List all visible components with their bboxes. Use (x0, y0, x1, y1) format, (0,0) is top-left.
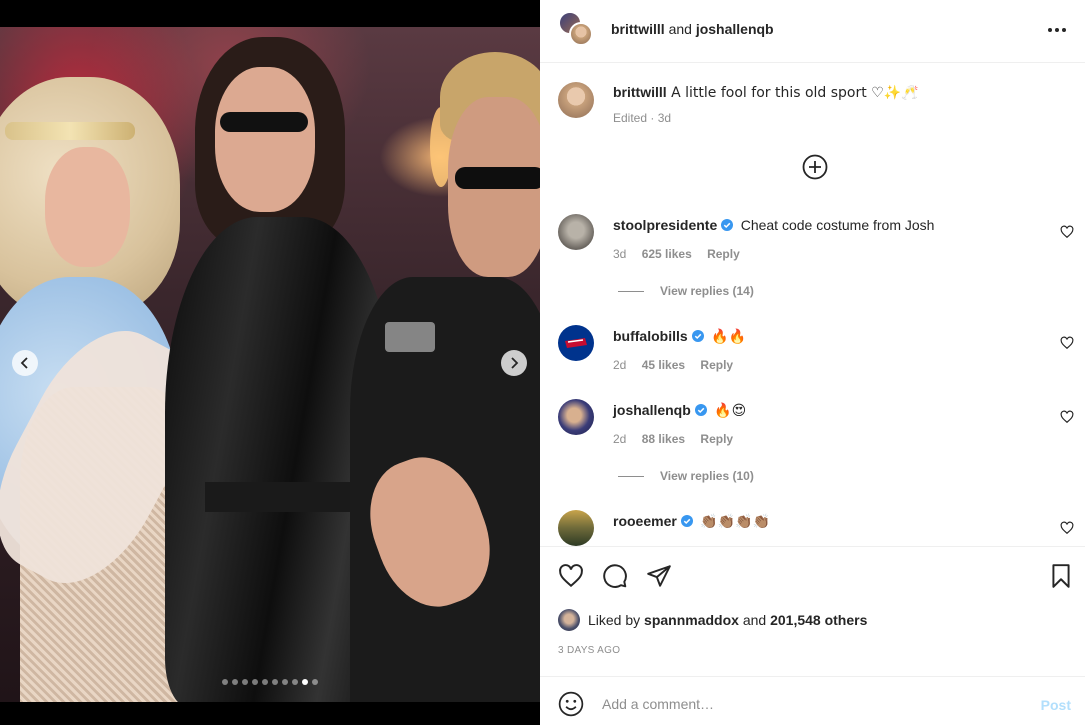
share-icon[interactable] (646, 563, 672, 589)
header-joiner: and (668, 21, 692, 37)
more-icon (1048, 28, 1066, 32)
caption-username[interactable]: brittwilll (613, 84, 667, 100)
view-replies-button[interactable]: View replies (14) (618, 284, 754, 298)
heart-icon[interactable] (558, 563, 584, 589)
person-middle-face (215, 67, 315, 212)
liked-by-user[interactable]: spannmaddox (644, 612, 739, 628)
chevron-left-icon (20, 357, 28, 369)
post-button[interactable]: Post (1041, 697, 1071, 713)
action-bar: Liked by spannmaddox and 201,548 others … (540, 546, 1085, 676)
carousel-prev-button[interactable] (12, 350, 38, 376)
like-comment-icon[interactable] (1060, 521, 1074, 535)
reply-button[interactable]: Reply (700, 358, 733, 372)
avatar[interactable] (558, 325, 594, 361)
post-media (0, 0, 540, 725)
header-title: brittwilll and joshallenqb (611, 21, 774, 37)
verified-icon (721, 219, 734, 231)
chevron-right-icon (511, 357, 519, 369)
like-comment-icon[interactable] (1060, 410, 1074, 424)
carousel-dot (232, 679, 238, 685)
avatar[interactable] (558, 510, 594, 546)
carousel-dot (242, 679, 248, 685)
caption-meta: Edited · 3d (613, 111, 672, 125)
post-header: brittwilll and joshallenqb (540, 0, 1085, 63)
carousel-dot (262, 679, 268, 685)
avatar[interactable] (558, 609, 580, 631)
more-options-button[interactable] (1045, 20, 1069, 40)
comment-text: Cheat code costume from Josh (740, 217, 935, 233)
comment-username[interactable]: joshallenqb (613, 402, 691, 418)
carousel-indicator (0, 679, 540, 685)
post-details: brittwilll and joshallenqb brittwilll A … (540, 0, 1085, 725)
comment-input[interactable] (602, 689, 1022, 719)
comment-likes[interactable]: 45 likes (642, 358, 685, 372)
replies-divider (618, 290, 644, 292)
comment-time: 2d (613, 432, 627, 446)
person-middle-sunglasses (220, 112, 308, 132)
carousel-dot (252, 679, 258, 685)
liked-by-prefix: Liked by (588, 612, 641, 628)
person-middle-belt (205, 482, 365, 512)
comment-username[interactable]: stoolpresidente (613, 217, 717, 233)
post-photo[interactable] (0, 27, 540, 702)
like-comment-icon[interactable] (1060, 336, 1074, 350)
comment-time: 2d (613, 358, 627, 372)
reply-button[interactable]: Reply (700, 432, 733, 446)
comment-username[interactable]: buffalobills (613, 328, 688, 344)
verified-icon (694, 404, 707, 416)
carousel-dot (282, 679, 288, 685)
verified-icon (691, 330, 704, 342)
liked-by-joiner: and (742, 612, 767, 628)
comment-icon[interactable] (602, 563, 628, 589)
comment-text: 🔥🔥 (711, 329, 746, 345)
load-more-comments-button[interactable] (802, 154, 828, 180)
caption-text: A little fool for this old sport ♡✨🥂 (671, 85, 919, 101)
emoji-icon[interactable] (558, 691, 584, 717)
person-left-face (45, 147, 130, 267)
plus-circle-icon (802, 154, 828, 180)
comment-form: Post (540, 676, 1085, 725)
bookmark-icon[interactable] (1048, 563, 1074, 589)
person-left-headband (5, 122, 135, 140)
avatar[interactable] (569, 22, 593, 46)
avatar[interactable] (558, 399, 594, 435)
replies-divider (618, 475, 644, 477)
liked-by-others[interactable]: 201,548 others (770, 612, 867, 628)
comment-likes[interactable]: 88 likes (642, 432, 685, 446)
comment-time: 3d (613, 247, 627, 261)
carousel-next-button[interactable] (501, 350, 527, 376)
comment-username[interactable]: rooeemer (613, 513, 677, 529)
carousel-dot (312, 679, 318, 685)
carousel-dot (222, 679, 228, 685)
bills-logo-icon (565, 338, 587, 348)
comment-likes[interactable]: 625 likes (642, 247, 692, 261)
carousel-dot (272, 679, 278, 685)
drink-glass (385, 322, 435, 352)
avatar[interactable] (558, 82, 594, 118)
carousel-dot (302, 679, 308, 685)
comments-section[interactable]: brittwilll A little fool for this old sp… (540, 64, 1085, 546)
verified-icon (680, 515, 693, 527)
liked-by: Liked by spannmaddox and 201,548 others (558, 609, 867, 631)
like-comment-icon[interactable] (1060, 225, 1074, 239)
view-replies-label: View replies (10) (660, 469, 754, 483)
comment-text: 🔥😍 (714, 403, 747, 419)
header-user-link[interactable]: joshallenqb (696, 21, 774, 37)
reply-button[interactable]: Reply (707, 247, 740, 261)
person-right-sunglasses (455, 167, 540, 189)
post-date[interactable]: 3 DAYS AGO (558, 645, 620, 656)
comment-text: 👏🏽👏🏽👏🏽👏🏽 (700, 514, 770, 530)
view-replies-button[interactable]: View replies (10) (618, 469, 754, 483)
view-replies-label: View replies (14) (660, 284, 754, 298)
header-user-link[interactable]: brittwilll (611, 21, 665, 37)
avatar[interactable] (558, 214, 594, 250)
carousel-dot (292, 679, 298, 685)
